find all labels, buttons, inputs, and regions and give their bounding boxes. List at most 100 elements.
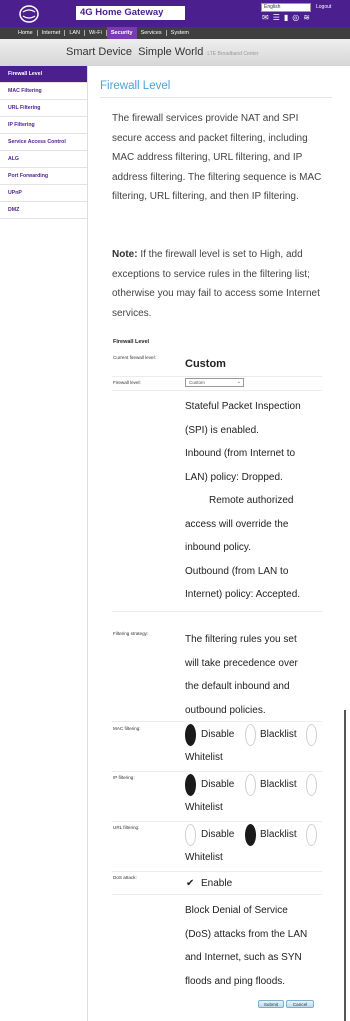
spi-line: Outbound (from LAN to [185,565,289,577]
sidebar-item-url-filtering[interactable]: URL Filtering [0,100,87,117]
url-whitelist-label: Whitelist [185,852,223,863]
sidebar-item-upnp[interactable]: UPnP [0,185,87,202]
top-header: 4G Home Gateway English Logout ✉ ☰ ▮ ◎ ≋ [0,0,350,27]
row-divider [112,390,322,391]
mac-disable-radio[interactable] [185,724,196,746]
cancel-button[interactable]: Cancel [286,1000,314,1008]
mac-blacklist-radio[interactable] [245,724,256,746]
filtering-strategy-label: Filtering strategy: [113,631,149,636]
ip-whitelist-label: Whitelist [185,802,223,813]
firewall-level-label: Firewall level: [113,380,141,385]
ip-blacklist-label: Blacklist [260,779,297,790]
mac-blacklist-label: Blacklist [260,729,297,740]
banner-slogan: Smart Device Simple World LTE Broadband C… [66,46,258,58]
submit-button[interactable]: Submit [258,1000,284,1008]
sidebar-item-firewall-level[interactable]: Firewall Level [0,66,87,83]
sidebar-item-alg[interactable]: ALG [0,151,87,168]
sidebar-item-service-access-control[interactable]: Service Access Control [0,134,87,151]
sidebar-item-port-forwarding[interactable]: Port Forwarding [0,168,87,185]
wifi-icon: ≋ [303,13,310,22]
spi-line: access will override the [185,518,289,530]
status-icons: ✉ ☰ ▮ ◎ ≋ [262,13,310,23]
firewall-level-selected: Custom [189,380,205,385]
page-description: The firewall services provide NAT and SP… [112,113,322,203]
nav-lan[interactable]: LAN [65,27,84,39]
row-divider [112,376,322,377]
row-divider [112,871,322,872]
banner-text: Smart Device Simple World [66,46,204,58]
dos-line: (DoS) attacks from the LAN [185,928,308,940]
url-disable-label: Disable [201,829,235,840]
mac-filtering-label: MAC filtering: [113,726,141,731]
note-label: Note: [112,249,138,260]
chevron-down-icon: ⌄ [236,379,241,385]
row-divider [112,611,322,612]
language-select[interactable]: English [261,3,311,12]
nav-security[interactable]: Security [106,27,137,39]
section-title: Firewall Level [113,339,150,345]
ip-filtering-label: IP filtering: [113,775,135,780]
url-disable-radio[interactable] [185,824,196,846]
spi-line: Stateful Packet Inspection [185,401,301,412]
strategy-line: outbound policies. [185,704,266,716]
strategy-line: will take precedence over [185,657,298,669]
page-title: Firewall Level [100,80,171,92]
spi-line: LAN) policy: Dropped. [185,471,283,483]
ip-blacklist-radio[interactable] [245,774,256,796]
sidebar-item-ip-filtering[interactable]: IP Filtering [0,117,87,134]
dos-line: Block Denial of Service [185,905,288,916]
nav-services[interactable]: Services [137,27,166,39]
nav-internet[interactable]: Internet [38,27,65,39]
sidebar: Firewall Level MAC Filtering URL Filteri… [0,66,88,1021]
ip-disable-radio[interactable] [185,774,196,796]
sms-icon[interactable]: ☰ [273,13,280,23]
dos-line: and Internet, such as SYN [185,952,302,963]
url-blacklist-radio[interactable] [245,824,256,846]
spi-line: (SPI) is enabled. [185,424,259,436]
main-nav: Home Internet LAN Wi-Fi Security Service… [0,27,350,39]
current-level-value: Custom [185,358,226,370]
filtering-strategy-text: The filtering rules you set will take pr… [185,628,325,722]
dos-enable-label: Enable [201,878,233,889]
dos-line: floods and ping floods. [185,975,286,987]
title-divider [100,97,332,98]
strategy-line: The filtering rules you set [185,634,297,645]
nav-wifi[interactable]: Wi-Fi [85,27,106,39]
scrollbar[interactable] [344,710,346,1021]
mac-filtering-options: Disable Blacklist [185,724,325,748]
mac-whitelist-radio[interactable] [306,724,317,746]
dos-attack-label: DoS attack: [113,875,137,880]
mail-icon[interactable]: ✉ [262,13,269,23]
spi-line: Internet) policy: Accepted. [185,589,301,600]
gateway-title: 4G Home Gateway [76,6,185,20]
url-filtering-label: URL filtering: [113,825,140,830]
row-divider [112,894,322,895]
url-blacklist-label: Blacklist [260,829,297,840]
spi-line: Inbound (from Internet to [185,448,296,459]
ip-disable-label: Disable [201,779,235,790]
banner-tagline: LTE Broadband Center [207,51,259,57]
nav-home[interactable]: Home [14,27,37,39]
url-whitelist-radio[interactable] [306,824,317,846]
spi-line: inbound policy. [185,542,251,553]
ip-filtering-options: Disable Blacklist [185,774,325,798]
dos-enable-checkbox[interactable]: ✔ [186,878,194,889]
firewall-level-select[interactable]: Custom ⌄ [185,378,244,387]
signal-icon: ▮ [283,13,289,22]
current-level-label: Current firewall level: [113,355,156,360]
brand-logo-icon [19,5,39,23]
spi-description: Stateful Packet Inspection (SPI) is enab… [185,395,325,607]
nav-system[interactable]: System [167,27,193,39]
url-filtering-options: Disable Blacklist [185,824,325,848]
logout-link[interactable]: Logout [316,4,331,10]
sidebar-item-dmz[interactable]: DMZ [0,202,87,219]
globe-icon: ◎ [292,13,300,22]
mac-whitelist-label: Whitelist [185,752,223,763]
spi-line: Remote authorized [209,495,294,506]
dos-description: Block Denial of Service (DoS) attacks fr… [185,899,325,993]
banner: Smart Device Simple World LTE Broadband C… [0,39,350,66]
ip-whitelist-radio[interactable] [306,774,317,796]
row-divider [112,721,322,722]
sidebar-item-mac-filtering[interactable]: MAC Filtering [0,83,87,100]
row-divider [112,821,322,822]
